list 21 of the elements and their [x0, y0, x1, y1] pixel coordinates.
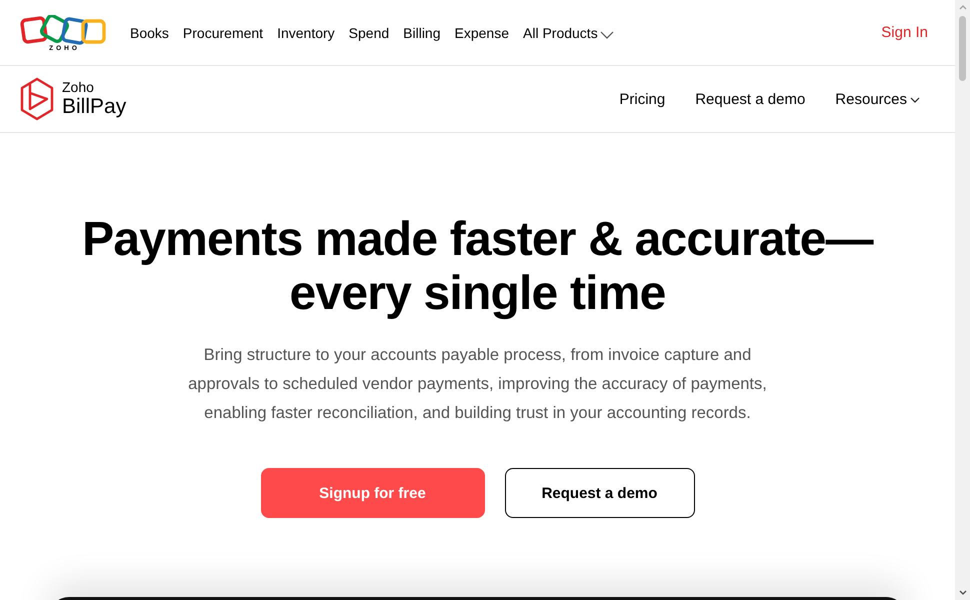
hexagon-play-icon[interactable] — [20, 77, 54, 121]
nav-link[interactable]: Spend — [348, 24, 390, 40]
nav-link[interactable]: Inventory — [277, 24, 335, 40]
nav-link[interactable]: Books — [130, 24, 169, 40]
nav-link[interactable]: Procurement — [182, 24, 264, 40]
hero-heading: Payments made faster & accurate—every single time — [81, 213, 874, 321]
hero-description: Bring structure to your accounts payable process, from invoice capture and approvals to scheduled vendor payments, improving the accuracy of payments, enabling faster reconciliation, and building trust in your accounting records. — [187, 345, 768, 424]
nav-link[interactable]: Request a demo — [695, 90, 806, 108]
brand-name: Zoho — [62, 79, 95, 95]
nav-link[interactable]: All Products — [523, 24, 614, 40]
product-name: BillPay — [62, 95, 126, 119]
logo-squares-icon[interactable] — [20, 14, 106, 44]
nav-link[interactable]: Resources — [835, 90, 920, 108]
scrollbar[interactable] — [955, 0, 970, 600]
sign-in-link[interactable]: Sign In — [881, 24, 928, 41]
demo-button[interactable]: Request a demo — [504, 468, 694, 518]
nav-link[interactable]: Expense — [454, 24, 509, 40]
nav-link[interactable]: Pricing — [619, 90, 666, 108]
scroll-down-icon[interactable] — [958, 590, 966, 595]
nav-link[interactable]: Billing — [403, 24, 441, 40]
scrollbar-thumb[interactable] — [959, 16, 966, 81]
